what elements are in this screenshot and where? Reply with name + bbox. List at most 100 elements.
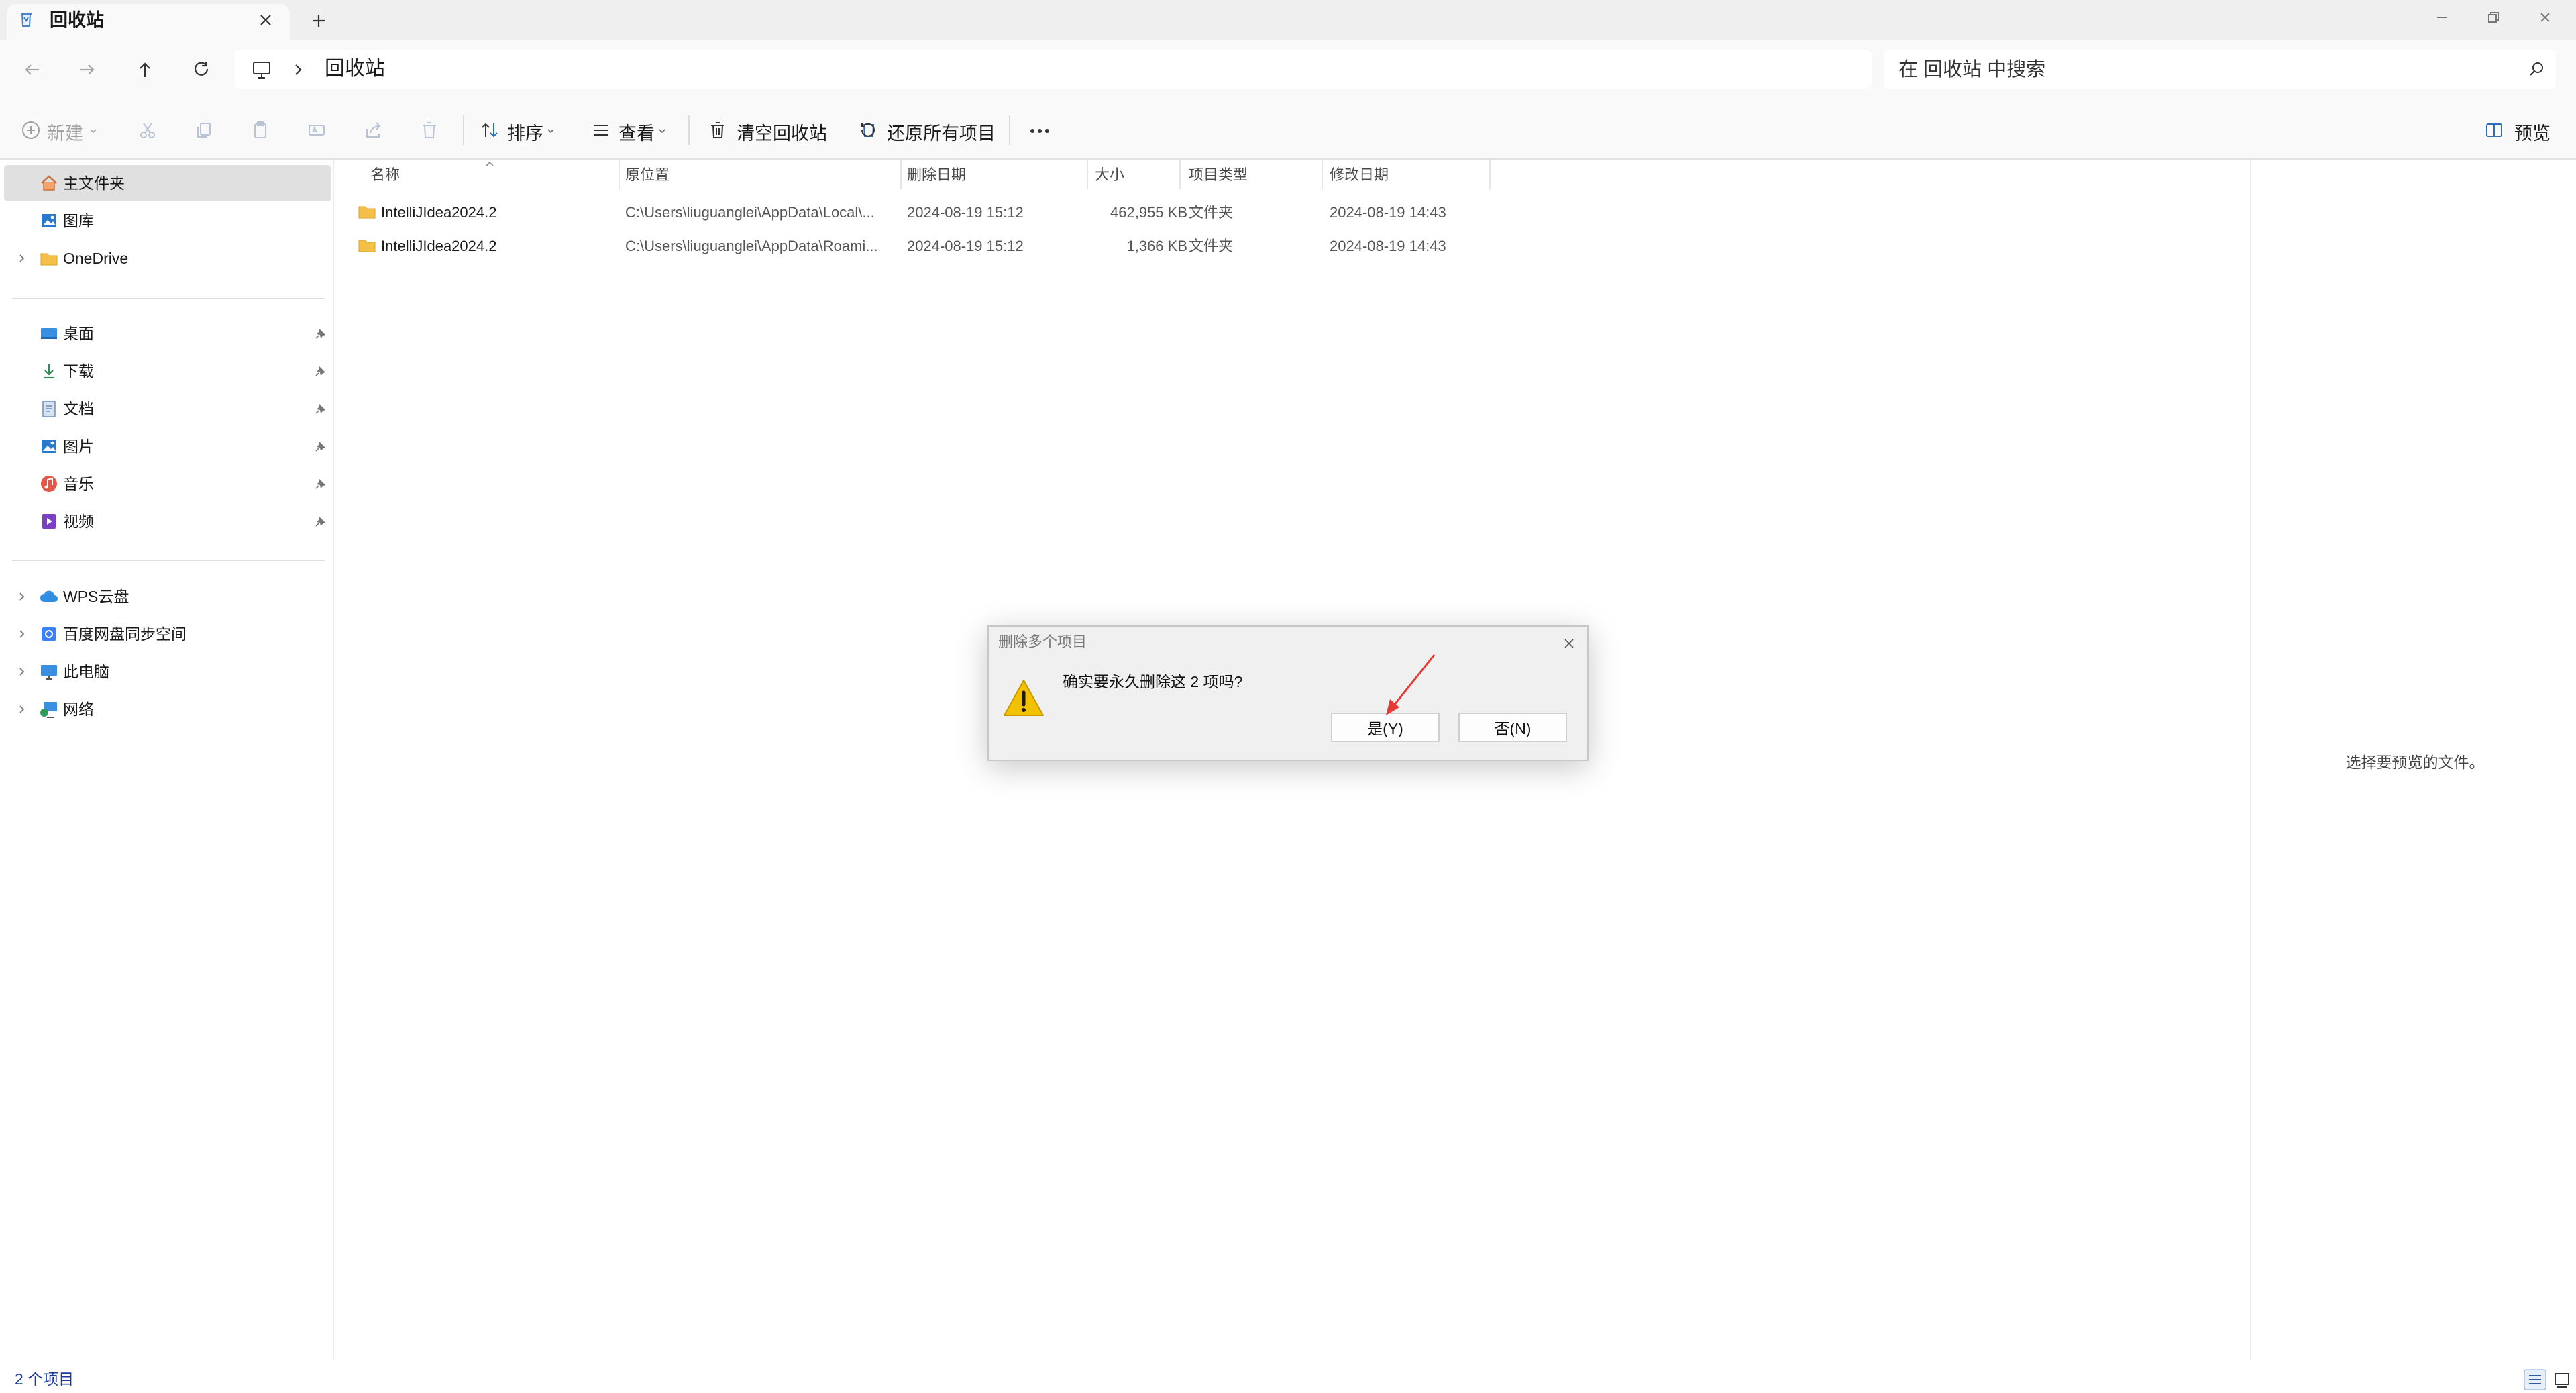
sort-button[interactable]: 排序 bbox=[507, 122, 543, 145]
column-separator[interactable] bbox=[1087, 160, 1088, 189]
view-button[interactable]: 查看 bbox=[619, 122, 655, 145]
pictures-icon bbox=[38, 435, 60, 458]
sidebar-item-pictures[interactable]: 图片 bbox=[4, 428, 331, 464]
copy-icon[interactable] bbox=[192, 118, 216, 142]
refresh-icon[interactable] bbox=[188, 56, 215, 83]
sidebar-item-downloads[interactable]: 下载 bbox=[4, 353, 331, 389]
delete-icon[interactable] bbox=[417, 118, 441, 142]
address-bar[interactable] bbox=[235, 50, 1872, 89]
chevron-right-icon[interactable] bbox=[16, 590, 28, 603]
sidebar-item-label: 下载 bbox=[63, 362, 94, 380]
close-window-icon[interactable] bbox=[2532, 4, 2559, 31]
sidebar-item-label: 图片 bbox=[63, 437, 94, 455]
up-icon[interactable] bbox=[131, 56, 158, 83]
sidebar-item-gallery[interactable]: 图库 bbox=[4, 203, 331, 239]
sidebar-item-network[interactable]: 网络 bbox=[4, 691, 331, 727]
sidebar-item-wps-cloud[interactable]: WPS云盘 bbox=[4, 578, 331, 615]
command-bar bbox=[0, 101, 2576, 160]
file-name: IntelliJIdea2024.2 bbox=[381, 204, 497, 221]
sort-icon bbox=[478, 118, 502, 142]
paste-icon[interactable] bbox=[248, 118, 272, 142]
minimize-icon[interactable] bbox=[2428, 4, 2455, 31]
rename-icon[interactable] bbox=[305, 118, 329, 142]
new-tab-icon[interactable] bbox=[307, 9, 330, 32]
preview-pane-divider[interactable] bbox=[2250, 160, 2251, 1361]
sidebar-item-label: WPS云盘 bbox=[63, 588, 129, 605]
download-icon bbox=[38, 360, 60, 382]
cloud-icon bbox=[38, 585, 60, 608]
column-header-size[interactable]: 大小 bbox=[1095, 165, 1124, 185]
chevron-right-icon[interactable] bbox=[16, 703, 28, 715]
dialog-message: 确实要永久删除这 2 项吗? bbox=[1063, 673, 1243, 690]
annotation-arrow-icon bbox=[1382, 651, 1442, 718]
column-separator[interactable] bbox=[619, 160, 620, 189]
date-modified: 2024-08-19 14:43 bbox=[1330, 204, 1446, 221]
breadcrumb-recycle-bin[interactable]: 回收站 bbox=[325, 56, 385, 82]
preview-pane-icon bbox=[2483, 119, 2505, 141]
chevron-right-icon[interactable] bbox=[16, 628, 28, 640]
close-tab-icon[interactable] bbox=[255, 9, 276, 31]
dialog-close-icon[interactable] bbox=[1560, 635, 1578, 652]
new-button[interactable]: 新建 bbox=[47, 122, 83, 145]
title-bar bbox=[0, 0, 2576, 40]
column-header-location[interactable]: 原位置 bbox=[625, 165, 669, 185]
sidebar-item-videos[interactable]: 视频 bbox=[4, 503, 331, 539]
date-modified: 2024-08-19 14:43 bbox=[1330, 238, 1446, 254]
pin-icon[interactable] bbox=[314, 402, 327, 415]
search-icon[interactable] bbox=[2526, 59, 2546, 79]
empty-recycle-bin-icon bbox=[706, 118, 730, 142]
document-icon bbox=[38, 397, 60, 420]
large-icons-view-icon[interactable] bbox=[2552, 1369, 2572, 1390]
sidebar-item-documents[interactable]: 文档 bbox=[4, 391, 331, 427]
toolbar-divider bbox=[688, 115, 690, 145]
pin-icon[interactable] bbox=[314, 515, 327, 528]
sidebar-item-music[interactable]: 音乐 bbox=[4, 466, 331, 502]
column-header-type[interactable]: 项目类型 bbox=[1189, 165, 1248, 185]
pin-icon[interactable] bbox=[314, 364, 327, 378]
column-separator[interactable] bbox=[900, 160, 902, 189]
cancel-no-button[interactable]: 否(N) bbox=[1458, 713, 1567, 742]
sidebar-item-desktop[interactable]: 桌面 bbox=[4, 315, 331, 352]
column-separator[interactable] bbox=[1489, 160, 1491, 189]
forward-icon[interactable] bbox=[74, 56, 101, 83]
computer-icon[interactable] bbox=[250, 58, 274, 82]
date-deleted: 2024-08-19 15:12 bbox=[907, 238, 1024, 254]
table-row[interactable]: IntelliJIdea2024.2 C:\Users\liuguanglei\… bbox=[349, 229, 1489, 263]
chevron-down-icon bbox=[89, 126, 98, 136]
chevron-down-icon bbox=[657, 126, 667, 136]
sidebar-divider bbox=[12, 298, 325, 299]
folder-icon bbox=[38, 247, 60, 270]
recycle-bin-icon bbox=[16, 9, 36, 30]
chevron-right-icon[interactable] bbox=[16, 252, 28, 264]
chevron-right-icon[interactable] bbox=[16, 666, 28, 678]
date-deleted: 2024-08-19 15:12 bbox=[907, 204, 1024, 221]
sidebar-item-label: 百度网盘同步空间 bbox=[63, 625, 186, 643]
pin-icon[interactable] bbox=[314, 327, 327, 340]
back-icon[interactable] bbox=[19, 56, 46, 83]
cut-icon[interactable] bbox=[136, 118, 160, 142]
share-icon[interactable] bbox=[361, 118, 385, 142]
table-row[interactable]: IntelliJIdea2024.2 C:\Users\liuguanglei\… bbox=[349, 196, 1489, 229]
column-separator[interactable] bbox=[1179, 160, 1181, 189]
column-header-name[interactable]: 名称 bbox=[370, 165, 400, 185]
preview-button[interactable]: 预览 bbox=[2514, 122, 2551, 145]
pin-icon[interactable] bbox=[314, 440, 327, 453]
sidebar-item-baidu-sync[interactable]: 百度网盘同步空间 bbox=[4, 616, 331, 652]
item-type: 文件夹 bbox=[1189, 238, 1234, 254]
column-header-date-modified[interactable]: 修改日期 bbox=[1330, 165, 1389, 185]
column-separator[interactable] bbox=[1322, 160, 1323, 189]
sidebar-item-this-pc[interactable]: 此电脑 bbox=[4, 654, 331, 690]
file-size: 1,366 KB bbox=[1126, 238, 1187, 254]
music-icon bbox=[38, 472, 60, 495]
pin-icon[interactable] bbox=[314, 477, 327, 491]
sidebar-item-home[interactable]: 主文件夹 bbox=[4, 165, 331, 201]
more-options-icon[interactable] bbox=[1026, 121, 1053, 141]
empty-recycle-bin-button[interactable]: 清空回收站 bbox=[737, 122, 827, 145]
details-view-icon[interactable] bbox=[2524, 1369, 2546, 1390]
sidebar-item-onedrive[interactable]: OneDrive bbox=[4, 240, 331, 276]
restore-icon[interactable] bbox=[2479, 4, 2506, 31]
chevron-right-icon[interactable] bbox=[290, 59, 306, 81]
restore-all-button[interactable]: 还原所有项目 bbox=[887, 122, 996, 145]
column-header-date-deleted[interactable]: 删除日期 bbox=[907, 165, 966, 185]
chevron-down-icon bbox=[546, 126, 555, 136]
